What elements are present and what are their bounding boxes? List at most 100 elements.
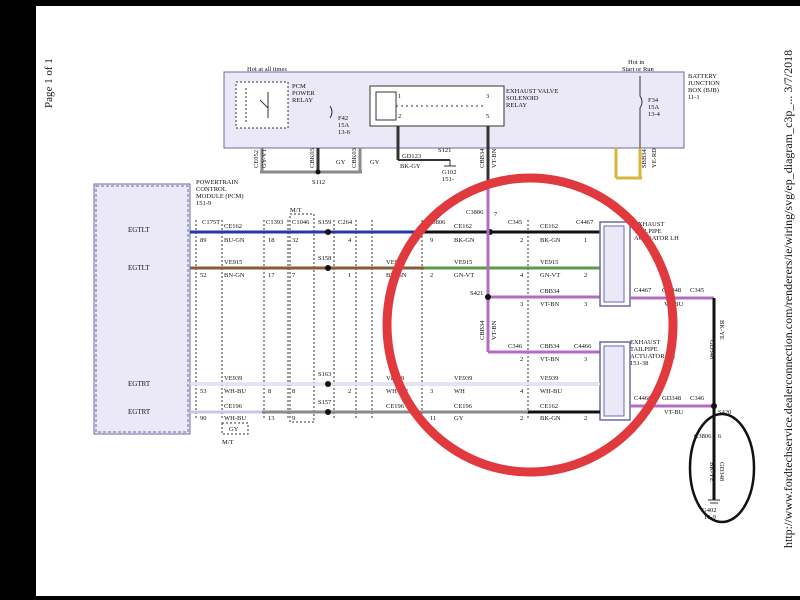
pin-90: 90 bbox=[200, 415, 207, 422]
fuse-f34-ref: 13-4 bbox=[648, 111, 661, 118]
connector-c264: C264 bbox=[338, 219, 353, 226]
pin-4-r1: 4 bbox=[348, 237, 352, 244]
pin-2-r4: 2 bbox=[520, 356, 523, 363]
wire-bk-gy: BK-GY bbox=[400, 163, 421, 170]
connector-c345: C345 bbox=[508, 219, 522, 226]
wire-ce162-r1b: CE162 bbox=[454, 223, 472, 230]
wire-cbk03-a: CBK03 bbox=[309, 148, 316, 168]
pin-9-r1: 9 bbox=[430, 237, 433, 244]
exhaust-relay-label-2: SOLENOID bbox=[506, 95, 539, 102]
mt-label-top: M/T bbox=[290, 207, 302, 214]
page-label: Page 1 of 1 bbox=[43, 58, 55, 108]
actuator-rh-label-1: EXHAUST bbox=[630, 339, 660, 346]
splice-s159: S159 bbox=[318, 219, 331, 226]
bjb-label-3: BOX (BJB) bbox=[688, 87, 719, 94]
exhaust-relay-label-1: EXHAUST VALVE bbox=[506, 88, 558, 95]
gy-box-label: GY bbox=[229, 426, 239, 433]
splice-s158: S158 bbox=[318, 255, 331, 262]
actuator-rh-label-2: TAILPIPE bbox=[630, 346, 658, 353]
splice-s112: S112 bbox=[312, 179, 325, 186]
wire-ce196-r6c: CE196 bbox=[454, 403, 473, 410]
pin-3-r5: 3 bbox=[430, 388, 433, 395]
hot-start-run-label-1: Hot in bbox=[628, 59, 645, 66]
pin-17: 17 bbox=[268, 272, 275, 279]
wire-bn-gn-r2: BN-GN bbox=[224, 272, 245, 279]
wire-vt-bn-top: VT-BN bbox=[491, 148, 498, 168]
wire-bk-gn-r6: BK-GN bbox=[540, 415, 561, 422]
pin-4-r2: 4 bbox=[520, 272, 524, 279]
pin-53: 53 bbox=[200, 388, 207, 395]
wire-vt-bu-r6: VT-BU bbox=[664, 409, 684, 416]
connector-c346b: C346 bbox=[690, 395, 705, 402]
pin-7-r2: 7 bbox=[292, 272, 296, 279]
wire-ve939-r5d: VE939 bbox=[540, 375, 558, 382]
pcm-relay-label-1: PCM bbox=[292, 83, 306, 90]
wire-wh-bu-r5d: WH-BU bbox=[540, 388, 562, 395]
pin-3-r4: 3 bbox=[584, 356, 587, 363]
pin-3-r3b: 3 bbox=[584, 301, 587, 308]
pin-18: 18 bbox=[268, 237, 275, 244]
pcm-label-3: MODULE (PCM) bbox=[196, 193, 244, 200]
wire-bu-gn-r1: BU-GN bbox=[224, 237, 245, 244]
pcm-relay-label-2: POWER bbox=[292, 90, 315, 97]
wire-gd348-lower: GD348 bbox=[718, 462, 725, 481]
wire-gn-vt-r2d: GN-VT bbox=[540, 272, 560, 279]
wiring-diagram-page: Page 1 of 1 http://www.fordtechservice.d… bbox=[36, 6, 800, 596]
pcm-module bbox=[93, 183, 191, 435]
pcm-label-1: POWERTRAIN bbox=[196, 179, 239, 186]
source-url: http://www.fordtechservice.dealerconnect… bbox=[781, 50, 795, 548]
wire-ce196-r6: CE196 bbox=[224, 403, 243, 410]
wire-ve939-r5: VE939 bbox=[224, 375, 242, 382]
connector-c3806-vert: C3806 bbox=[466, 209, 484, 216]
pin-4-r5: 4 bbox=[520, 388, 524, 395]
pin-2-r2: 2 bbox=[430, 272, 433, 279]
actuator-rh-label-4: 151-38 bbox=[630, 360, 648, 367]
pcm-label-4: 151-9 bbox=[196, 200, 211, 207]
wire-ce052: CE052 bbox=[253, 150, 260, 168]
pin-9-r6: 9 bbox=[292, 415, 295, 422]
wire-bk-gn-r1: BK-GN bbox=[454, 237, 475, 244]
exhaust-relay-label-3: RELAY bbox=[506, 102, 527, 109]
wire-vt-bn-vert: VT-BN bbox=[491, 320, 498, 340]
wire-ce162-r1c: CE162 bbox=[540, 223, 558, 230]
relay-pin-1: 1 bbox=[398, 93, 401, 100]
bjb-label-4: 11-1 bbox=[688, 94, 700, 101]
fuse-f34-rating: 15A bbox=[648, 104, 660, 111]
wire-ce162-r1: CE162 bbox=[224, 223, 242, 230]
bjb-label-1: BATTERY bbox=[688, 73, 717, 80]
wire-gy-a: GY bbox=[336, 159, 346, 166]
wire-bk-ye-vert: BK-YE bbox=[718, 320, 725, 340]
connector-c1393: C1393 bbox=[266, 219, 283, 226]
connector-c346: C346 bbox=[508, 343, 523, 350]
pin-2-r5: 2 bbox=[348, 388, 351, 395]
wire-gd348-vert: GD348 bbox=[708, 340, 715, 359]
pin-52: 52 bbox=[200, 272, 207, 279]
screenshot-frame: Page 1 of 1 http://www.fordtechservice.d… bbox=[0, 0, 800, 600]
wire-ve915-r2d: VE915 bbox=[540, 259, 558, 266]
splice-s157: S157 bbox=[318, 399, 332, 406]
wire-gy-vt: GY-VT bbox=[261, 148, 268, 168]
pin-89: 89 bbox=[200, 237, 207, 244]
connector-c4466: C4466 bbox=[574, 343, 592, 350]
red-highlight-circle bbox=[382, 173, 678, 477]
wire-bk-ye-lower: BK-YE bbox=[708, 462, 715, 482]
connector-c4467b: C4467 bbox=[634, 287, 652, 294]
pcm-label-2: CONTROL bbox=[196, 186, 227, 193]
pin-1-r2: 1 bbox=[348, 272, 351, 279]
fuse-f42-rating: 15A bbox=[338, 122, 350, 129]
connector-c345b: C345 bbox=[690, 287, 704, 294]
pin-2-r2b: 2 bbox=[584, 272, 587, 279]
wire-gy-b: GY bbox=[370, 159, 380, 166]
pin-13: 13 bbox=[268, 415, 275, 422]
wire-ye-rd: YE-RD bbox=[651, 148, 658, 168]
pin-8-r5b: 8 bbox=[292, 388, 295, 395]
wire-gn-vt-r2: GN-VT bbox=[454, 272, 474, 279]
pcm-relay-label-3: RELAY bbox=[292, 97, 313, 104]
wire-cbb34-r3: CBB34 bbox=[540, 288, 560, 295]
wire-sbb34: SBB34 bbox=[641, 148, 648, 168]
pin-3-r3: 3 bbox=[520, 301, 523, 308]
pcm-pin-egtrt-2: EGTRT bbox=[128, 408, 151, 416]
ground-g102-ref: 151- bbox=[442, 176, 454, 183]
ground-g102: G102 bbox=[442, 169, 456, 176]
connector-c4467: C4467 bbox=[576, 219, 594, 226]
